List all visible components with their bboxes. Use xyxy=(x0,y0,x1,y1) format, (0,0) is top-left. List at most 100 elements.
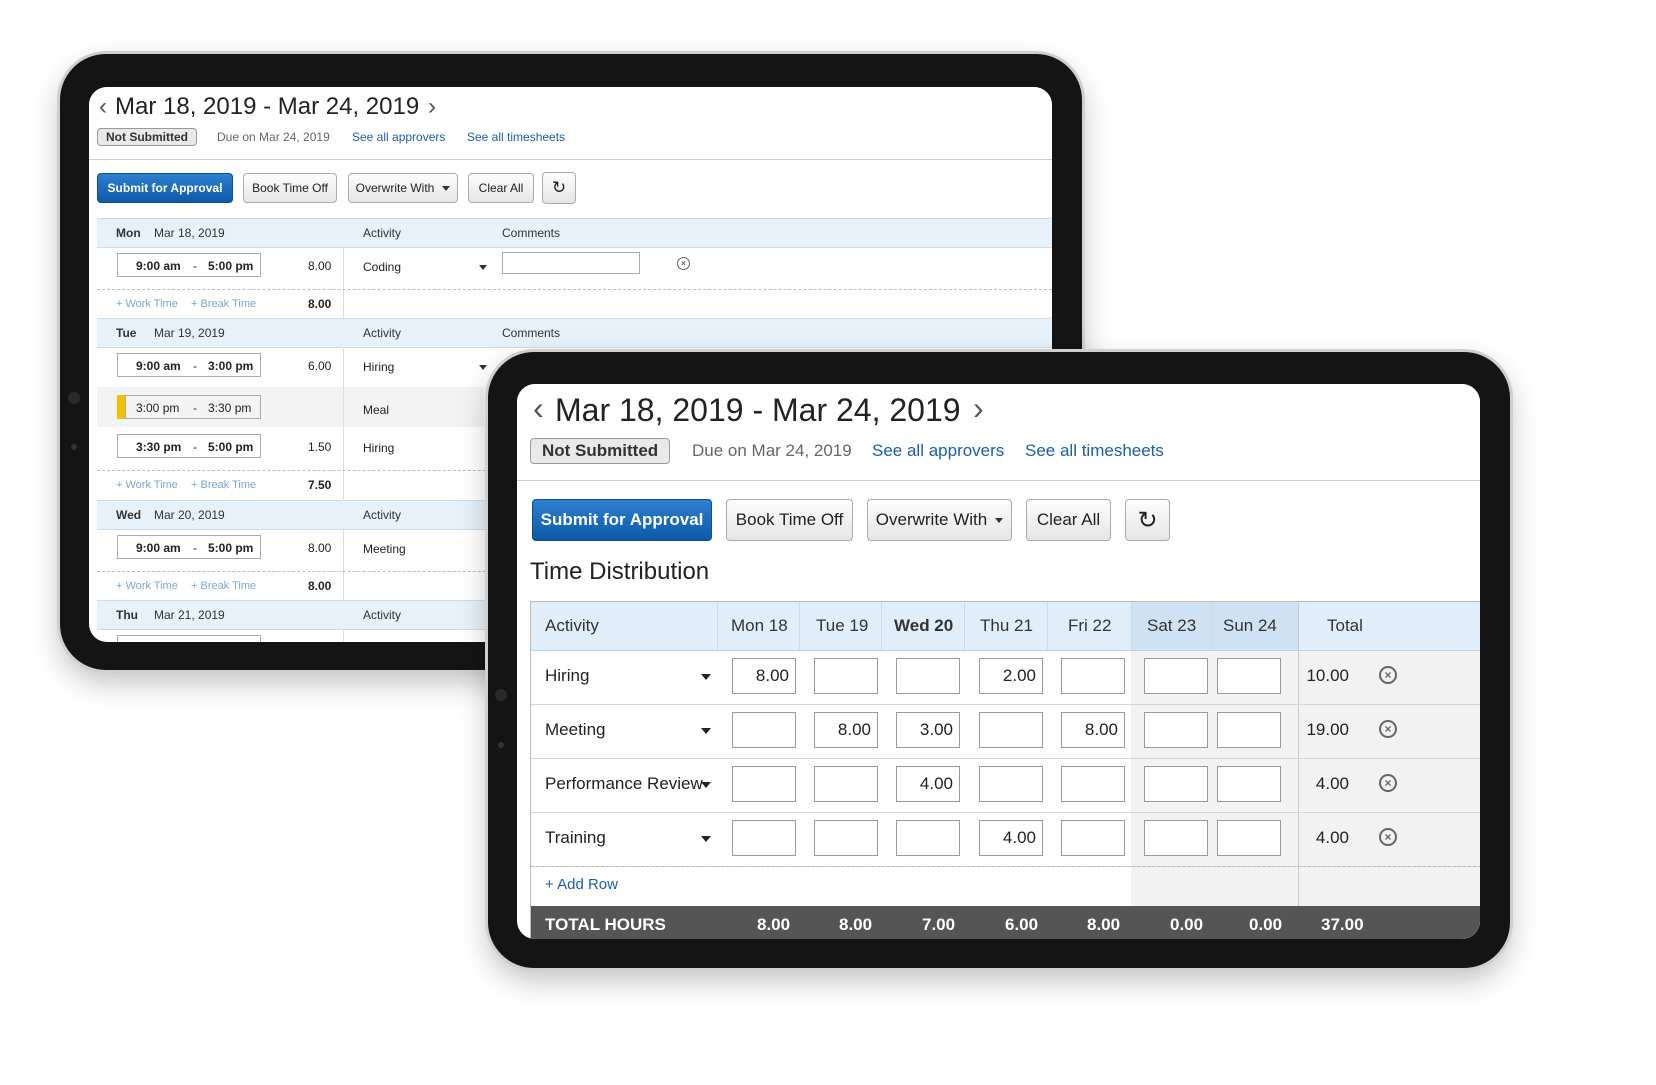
close-circle-icon[interactable]: × xyxy=(1379,720,1397,738)
hours-input[interactable] xyxy=(732,766,796,802)
add-break-time-link[interactable]: + Break Time xyxy=(191,580,256,592)
break-time-field[interactable]: 3:00 pm - 3:30 pm xyxy=(125,395,261,419)
time-sep: - xyxy=(193,359,197,373)
total-sun: 0.00 xyxy=(1249,915,1283,934)
activity-select[interactable]: Training xyxy=(545,828,606,848)
add-work-time-link[interactable]: + Work Time xyxy=(116,580,178,592)
activity-select[interactable]: Hiring xyxy=(363,360,394,374)
start-time: 9:00 am xyxy=(136,259,181,273)
hours-input[interactable] xyxy=(1144,820,1208,856)
back-header: ‹ Mar 18, 2019 - Mar 24, 2019 › Not Subm… xyxy=(89,87,1052,160)
activity-select[interactable]: Meeting xyxy=(545,720,605,740)
col-divider xyxy=(1131,602,1132,650)
day-total: 8.00 xyxy=(308,297,332,311)
time-distribution-table: Activity Mon 18 Tue 19 Wed 20 Thu 21 Fri… xyxy=(530,601,1480,939)
book-time-off-button[interactable]: Book Time Off xyxy=(726,499,853,541)
hours-input[interactable] xyxy=(979,658,1043,694)
clear-all-button[interactable]: Clear All xyxy=(1026,499,1111,541)
entry-hours: 6.00 xyxy=(308,359,332,373)
hours-input[interactable] xyxy=(896,820,960,856)
activity-select[interactable]: Hiring xyxy=(363,441,394,455)
see-timesheets-link[interactable]: See all timesheets xyxy=(467,130,565,144)
activity-select[interactable]: Meeting xyxy=(363,542,406,556)
chevron-left-icon[interactable]: ‹ xyxy=(533,390,544,427)
hours-input[interactable] xyxy=(1144,658,1208,694)
overwrite-with-button[interactable]: Overwrite With xyxy=(867,499,1012,541)
col-mon: Mon 18 xyxy=(731,616,788,635)
hours-input[interactable] xyxy=(1217,766,1281,802)
hours-input[interactable] xyxy=(1144,712,1208,748)
hours-input[interactable] xyxy=(814,766,878,802)
break-marker xyxy=(117,395,125,419)
hours-input[interactable] xyxy=(1061,820,1125,856)
close-circle-icon[interactable]: × xyxy=(677,257,690,270)
hours-input[interactable] xyxy=(732,658,796,694)
add-work-time-link[interactable]: + Work Time xyxy=(116,298,178,310)
hours-input[interactable] xyxy=(896,712,960,748)
time-range-field[interactable] xyxy=(117,635,261,642)
front-screen: ‹ Mar 18, 2019 - Mar 24, 2019 › Not Subm… xyxy=(517,384,1480,939)
close-circle-icon[interactable]: × xyxy=(1379,828,1397,846)
chevron-down-icon[interactable] xyxy=(701,836,711,842)
chevron-down-icon[interactable] xyxy=(701,782,711,788)
close-circle-icon[interactable]: × xyxy=(1379,774,1397,792)
see-approvers-link[interactable]: See all approvers xyxy=(872,441,1004,461)
submit-button[interactable]: Submit for Approval xyxy=(532,499,712,541)
add-work-time-link[interactable]: + Work Time xyxy=(116,479,178,491)
submit-button[interactable]: Submit for Approval xyxy=(97,173,233,203)
chevron-left-icon[interactable]: ‹ xyxy=(99,93,107,121)
hours-input[interactable] xyxy=(732,820,796,856)
see-approvers-link[interactable]: See all approvers xyxy=(352,130,445,144)
hours-input[interactable] xyxy=(732,712,796,748)
activity-select[interactable]: Performance Review xyxy=(545,774,703,794)
chevron-right-icon[interactable]: › xyxy=(428,93,436,121)
close-circle-icon[interactable]: × xyxy=(1379,666,1397,684)
day-date: Mar 18, 2019 xyxy=(154,226,225,240)
end-time: 5:00 pm xyxy=(208,440,254,454)
hours-input[interactable] xyxy=(896,658,960,694)
see-timesheets-link[interactable]: See all timesheets xyxy=(1025,441,1164,461)
day-date: Mar 19, 2019 xyxy=(154,326,225,340)
total-fri: 8.00 xyxy=(1087,915,1121,934)
start-time: 9:00 am xyxy=(136,541,181,555)
chevron-down-icon[interactable] xyxy=(479,365,487,370)
refresh-button[interactable]: ↻ xyxy=(542,172,576,204)
hours-input[interactable] xyxy=(1217,820,1281,856)
activity-select[interactable]: Hiring xyxy=(545,666,589,686)
hours-input[interactable] xyxy=(1061,712,1125,748)
overwrite-with-label: Overwrite With xyxy=(875,510,988,529)
chevron-down-icon[interactable] xyxy=(701,728,711,734)
hours-input[interactable] xyxy=(1217,712,1281,748)
col-total: Total xyxy=(1327,616,1363,635)
hours-input[interactable] xyxy=(1217,658,1281,694)
book-time-off-button[interactable]: Book Time Off xyxy=(243,173,337,203)
hours-input[interactable] xyxy=(1144,766,1208,802)
hours-input[interactable] xyxy=(814,712,878,748)
hours-input[interactable] xyxy=(1061,658,1125,694)
col-wed: Wed 20 xyxy=(894,616,954,635)
time-range-field[interactable]: 9:00 am - 5:00 pm xyxy=(117,253,261,277)
time-range-field[interactable]: 9:00 am - 3:00 pm xyxy=(117,353,261,377)
add-break-time-link[interactable]: + Break Time xyxy=(191,298,256,310)
time-range-field[interactable]: 9:00 am - 5:00 pm xyxy=(117,535,261,559)
hours-input[interactable] xyxy=(979,766,1043,802)
col-activity: Activity xyxy=(545,616,599,635)
add-break-time-link[interactable]: + Break Time xyxy=(191,479,256,491)
add-row-link[interactable]: + Add Row xyxy=(545,876,618,893)
hours-input[interactable] xyxy=(1061,766,1125,802)
hours-input[interactable] xyxy=(979,712,1043,748)
row-total: 19.00 xyxy=(1306,720,1349,739)
chevron-down-icon[interactable] xyxy=(479,265,487,270)
clear-all-button[interactable]: Clear All xyxy=(468,173,534,203)
hours-input[interactable] xyxy=(814,658,878,694)
activity-select[interactable]: Coding xyxy=(363,260,401,274)
chevron-right-icon[interactable]: › xyxy=(973,390,984,427)
hours-input[interactable] xyxy=(814,820,878,856)
refresh-button[interactable]: ↻ xyxy=(1125,499,1170,541)
time-range-field[interactable]: 3:30 pm - 5:00 pm xyxy=(117,434,261,458)
chevron-down-icon[interactable] xyxy=(701,674,711,680)
hours-input[interactable] xyxy=(979,820,1043,856)
comment-input[interactable] xyxy=(502,252,640,274)
hours-input[interactable] xyxy=(896,766,960,802)
overwrite-with-button[interactable]: Overwrite With xyxy=(348,173,458,203)
